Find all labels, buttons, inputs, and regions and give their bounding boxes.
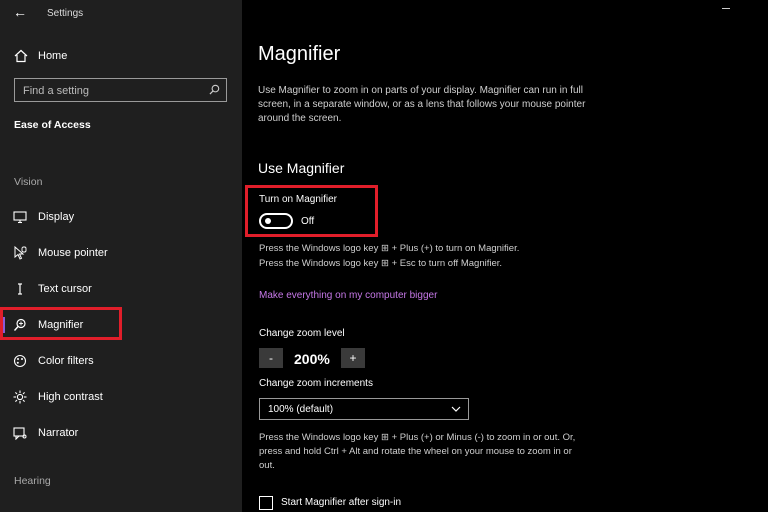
shortcut-hint-off: Press the Windows logo key ⊞ + Esc to tu… <box>259 258 503 269</box>
make-bigger-link[interactable]: Make everything on my computer bigger <box>259 290 437 301</box>
color-filters-icon <box>13 354 27 368</box>
zoom-increments-dropdown[interactable]: 100% (default) <box>259 398 469 420</box>
back-arrow-icon[interactable]: ← <box>13 4 27 20</box>
chevron-down-icon <box>451 406 461 412</box>
search-input[interactable] <box>21 82 205 100</box>
sidebar-item-text-cursor[interactable]: Text cursor <box>0 274 242 304</box>
sidebar-item-label: Text cursor <box>38 283 92 295</box>
home-icon <box>14 49 28 63</box>
sidebar-item-label: Color filters <box>38 355 94 367</box>
page-title: Magnifier <box>258 43 341 65</box>
minimize-icon[interactable] <box>722 8 730 9</box>
section-title: Ease of Access <box>14 119 91 131</box>
sidebar-item-display[interactable]: Display <box>0 202 242 232</box>
sidebar-item-high-contrast[interactable]: High contrast <box>0 382 242 412</box>
zoom-shortcut-hint: Press the Windows logo key ⊞ + Plus (+) … <box>259 432 576 471</box>
highlight-box-toggle <box>245 185 378 237</box>
page-description: Use Magnifier to zoom in on parts of you… <box>258 85 586 124</box>
narrator-icon <box>13 426 27 441</box>
sidebar-item-label: Narrator <box>38 427 79 439</box>
search-box[interactable] <box>14 78 227 102</box>
start-after-signin-label: Start Magnifier after sign-in <box>281 497 402 508</box>
toggle-state: Off <box>301 216 315 227</box>
start-after-signin-checkbox[interactable] <box>259 496 273 510</box>
mouse-pointer-icon <box>13 245 27 260</box>
text-cursor-icon <box>13 282 27 296</box>
zoom-decrease-button[interactable]: - <box>259 348 283 368</box>
home-nav-item[interactable]: Home <box>14 46 67 66</box>
sidebar: ← Settings Home Ease of Access Vision Di… <box>0 0 242 512</box>
group-label-vision: Vision <box>14 176 43 188</box>
sidebar-item-label: High contrast <box>38 391 103 403</box>
zoom-increments-value: 100% (default) <box>268 404 334 415</box>
window-title: Settings <box>47 8 84 19</box>
use-magnifier-heading: Use Magnifier <box>258 160 345 176</box>
sidebar-item-mouse-pointer[interactable]: Mouse pointer <box>0 238 242 268</box>
sidebar-item-narrator[interactable]: Narrator <box>0 418 242 448</box>
highlight-box-magnifier-nav <box>0 307 122 340</box>
title-bar: ← Settings <box>0 0 242 28</box>
zoom-increase-button[interactable]: + <box>341 348 365 368</box>
zoom-increments-label: Change zoom increments <box>259 378 373 389</box>
sidebar-item-label: Mouse pointer <box>38 247 108 259</box>
sidebar-item-color-filters[interactable]: Color filters <box>0 346 242 376</box>
toggle-knob <box>265 218 271 224</box>
toggle-label: Turn on Magnifier <box>259 194 337 205</box>
high-contrast-icon <box>13 390 27 404</box>
sidebar-item-label: Display <box>38 211 75 223</box>
magnifier-toggle[interactable] <box>259 213 293 229</box>
zoom-level-value: 200% <box>294 351 330 367</box>
home-label: Home <box>38 50 68 62</box>
group-label-hearing: Hearing <box>14 475 51 487</box>
display-icon <box>13 210 27 224</box>
shortcut-hint-on: Press the Windows logo key ⊞ + Plus (+) … <box>259 243 520 254</box>
search-icon[interactable] <box>209 84 220 95</box>
zoom-level-label: Change zoom level <box>259 328 345 339</box>
